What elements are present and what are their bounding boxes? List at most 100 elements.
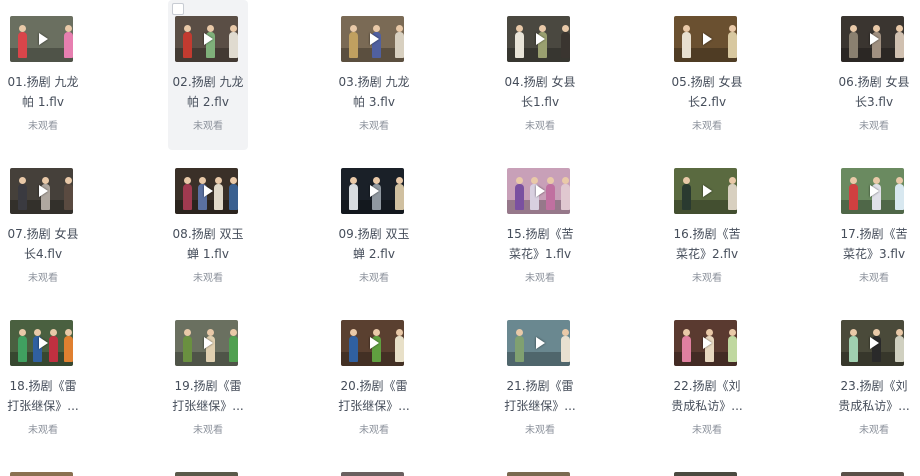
select-checkbox[interactable] xyxy=(172,3,184,15)
performer-figure xyxy=(64,329,73,362)
video-title-line: 01.扬剧 九龙 xyxy=(7,75,79,89)
video-thumbnail[interactable] xyxy=(341,16,404,62)
video-title[interactable]: 06.扬剧 女县 长3.flv xyxy=(826,72,920,112)
video-thumbnail-partial[interactable] xyxy=(507,472,570,476)
video-title[interactable]: 05.扬剧 女县 长2.flv xyxy=(659,72,755,112)
play-icon[interactable] xyxy=(38,337,48,349)
video-title-line: 07.扬剧 女县 xyxy=(7,227,79,241)
performer-figure xyxy=(849,177,858,210)
play-icon[interactable] xyxy=(869,33,879,45)
video-title-line: 05.扬剧 女县 xyxy=(671,75,743,89)
performer-figure xyxy=(895,25,904,58)
video-thumbnail[interactable] xyxy=(674,168,737,214)
video-title[interactable]: 19.扬剧《雷 打张继保》... xyxy=(160,376,256,416)
video-title[interactable]: 04.扬剧 女县 长1.flv xyxy=(492,72,588,112)
video-thumbnail[interactable] xyxy=(175,320,238,366)
video-thumbnail[interactable] xyxy=(841,320,904,366)
video-title-line: 蝉 1.flv xyxy=(187,247,229,261)
watch-status: 未观看 xyxy=(359,121,389,132)
video-title-line: 18.扬剧《雷 xyxy=(9,379,77,393)
video-title-line: 02.扬剧 九龙 xyxy=(172,75,244,89)
video-thumbnail[interactable] xyxy=(507,320,570,366)
performer-figure xyxy=(18,177,27,210)
video-title[interactable]: 07.扬剧 女县 长4.flv xyxy=(0,224,91,264)
video-title-line: 20.扬剧《雷 xyxy=(340,379,408,393)
play-icon[interactable] xyxy=(702,185,712,197)
play-icon[interactable] xyxy=(535,185,545,197)
video-card[interactable]: 03.扬剧 九龙帕 3.flv 未观看 xyxy=(334,0,414,150)
video-title[interactable]: 20.扬剧《雷 打张继保》... xyxy=(326,376,422,416)
video-thumbnail[interactable] xyxy=(175,16,238,62)
play-icon[interactable] xyxy=(535,337,545,349)
video-card[interactable]: 18.扬剧《雷 打张继保》... 未观看 xyxy=(3,304,83,454)
video-card[interactable]: 02.扬剧 九龙帕 2.flv 未观看 xyxy=(168,0,248,150)
video-card[interactable]: 05.扬剧 女县 长2.flv 未观看 xyxy=(667,0,747,150)
video-card[interactable]: 07.扬剧 女县 长4.flv 未观看 xyxy=(3,152,83,302)
video-thumbnail-partial[interactable] xyxy=(674,472,737,476)
performer-figure xyxy=(229,329,238,362)
play-icon[interactable] xyxy=(203,33,213,45)
play-icon[interactable] xyxy=(369,33,379,45)
performer-figure xyxy=(49,329,58,362)
video-thumbnail[interactable] xyxy=(10,320,73,366)
video-card[interactable]: 20.扬剧《雷 打张继保》... 未观看 xyxy=(334,304,414,454)
video-title[interactable]: 15.扬剧《苦 菜花》1.flv xyxy=(492,224,588,264)
video-card[interactable]: 04.扬剧 女县 长1.flv 未观看 xyxy=(500,0,580,150)
play-icon[interactable] xyxy=(38,185,48,197)
video-card[interactable]: 15.扬剧《苦 菜花》1.flv 未观看 xyxy=(500,152,580,302)
video-thumbnail[interactable] xyxy=(10,168,73,214)
video-title[interactable]: 21.扬剧《雷 打张继保》... xyxy=(492,376,588,416)
video-thumbnail-partial[interactable] xyxy=(341,472,404,476)
play-icon[interactable] xyxy=(869,337,879,349)
performer-figure xyxy=(682,329,691,362)
play-icon[interactable] xyxy=(203,185,213,197)
video-title-line: 贵成私访》... xyxy=(838,399,910,413)
video-title-line: 21.扬剧《雷 xyxy=(506,379,574,393)
video-thumbnail[interactable] xyxy=(10,16,73,62)
video-thumbnail-partial[interactable] xyxy=(175,472,238,476)
play-icon[interactable] xyxy=(535,33,545,45)
video-card[interactable]: 01.扬剧 九龙帕 1.flv 未观看 xyxy=(3,0,83,150)
video-thumbnail[interactable] xyxy=(175,168,238,214)
video-title[interactable]: 17.扬剧《苦 菜花》3.flv xyxy=(826,224,920,264)
video-title[interactable]: 03.扬剧 九龙帕 3.flv xyxy=(326,72,422,112)
video-thumbnail[interactable] xyxy=(507,168,570,214)
video-thumbnail[interactable] xyxy=(341,168,404,214)
video-title[interactable]: 18.扬剧《雷 打张继保》... xyxy=(0,376,91,416)
video-thumbnail[interactable] xyxy=(341,320,404,366)
video-title[interactable]: 09.扬剧 双玉蝉 2.flv xyxy=(326,224,422,264)
video-thumbnail[interactable] xyxy=(841,16,904,62)
play-icon[interactable] xyxy=(869,185,879,197)
play-icon[interactable] xyxy=(38,33,48,45)
play-icon[interactable] xyxy=(369,185,379,197)
play-icon[interactable] xyxy=(702,337,712,349)
video-card[interactable]: 06.扬剧 女县 长3.flv 未观看 xyxy=(834,0,914,150)
video-thumbnail-partial[interactable] xyxy=(841,472,904,476)
play-icon[interactable] xyxy=(203,337,213,349)
video-card[interactable]: 09.扬剧 双玉蝉 2.flv 未观看 xyxy=(334,152,414,302)
video-card[interactable]: 23.扬剧《刘 贵成私访》... 未观看 xyxy=(834,304,914,454)
video-title[interactable]: 16.扬剧《苦 菜花》2.flv xyxy=(659,224,755,264)
video-thumbnail[interactable] xyxy=(507,16,570,62)
video-title[interactable]: 22.扬剧《刘 贵成私访》... xyxy=(659,376,755,416)
performer-figure xyxy=(515,177,524,210)
video-title[interactable]: 23.扬剧《刘 贵成私访》... xyxy=(826,376,920,416)
video-card[interactable]: 21.扬剧《雷 打张继保》... 未观看 xyxy=(500,304,580,454)
play-icon[interactable] xyxy=(369,337,379,349)
video-thumbnail[interactable] xyxy=(674,16,737,62)
video-card[interactable]: 22.扬剧《刘 贵成私访》... 未观看 xyxy=(667,304,747,454)
video-thumbnail-partial[interactable] xyxy=(10,472,73,476)
performer-figure xyxy=(546,177,555,210)
video-thumbnail[interactable] xyxy=(841,168,904,214)
video-card[interactable]: 16.扬剧《苦 菜花》2.flv 未观看 xyxy=(667,152,747,302)
video-title[interactable]: 02.扬剧 九龙帕 2.flv xyxy=(160,72,256,112)
video-card[interactable]: 19.扬剧《雷 打张继保》... 未观看 xyxy=(168,304,248,454)
video-card[interactable]: 17.扬剧《苦 菜花》3.flv 未观看 xyxy=(834,152,914,302)
video-title-line: 04.扬剧 女县 xyxy=(504,75,576,89)
video-title-line: 03.扬剧 九龙 xyxy=(338,75,410,89)
video-title[interactable]: 01.扬剧 九龙帕 1.flv xyxy=(0,72,91,112)
video-thumbnail[interactable] xyxy=(674,320,737,366)
video-card[interactable]: 08.扬剧 双玉蝉 1.flv 未观看 xyxy=(168,152,248,302)
play-icon[interactable] xyxy=(702,33,712,45)
video-title[interactable]: 08.扬剧 双玉蝉 1.flv xyxy=(160,224,256,264)
